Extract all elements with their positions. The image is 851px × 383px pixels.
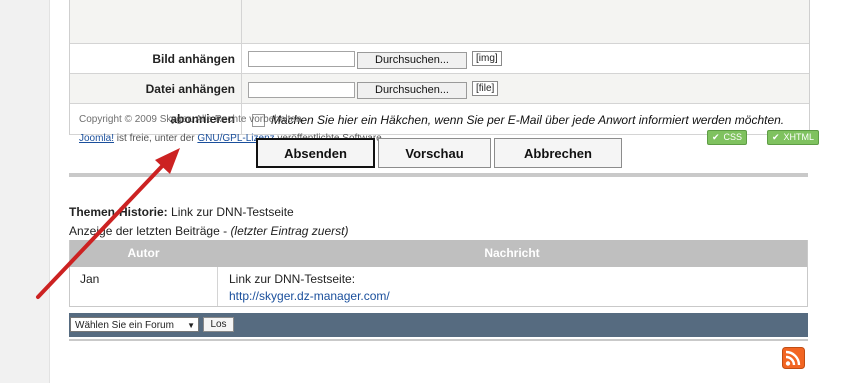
forum-select[interactable]: Wählen Sie ein Forum ▼	[70, 317, 199, 332]
history-subtitle: Anzeige der letzten Beiträge - (letzter …	[69, 224, 348, 238]
image-file-input[interactable]	[248, 51, 355, 67]
forum-go-button[interactable]: Los	[203, 317, 234, 332]
table-row: Jan Link zur DNN-Testseite: http://skyge…	[70, 267, 807, 306]
preview-button[interactable]: Vorschau	[378, 138, 491, 168]
file-attach-row: Datei anhängen Durchsuchen... [file]	[70, 74, 809, 104]
history-title: Themen-Historie: Link zur DNN-Testseite	[69, 205, 294, 219]
col-author: Autor	[127, 246, 160, 260]
form-bottom-rule	[69, 173, 808, 177]
xhtml-valid-badge[interactable]: ✔ XHTML	[767, 130, 820, 145]
subscribe-text: Machen Sie hier ein Häkchen, wenn Sie pe…	[271, 113, 785, 127]
message-area-row	[70, 0, 809, 44]
row-author: Jan	[80, 272, 100, 286]
message-area-label-cell	[70, 0, 242, 43]
css-badge-label: CSS	[723, 132, 743, 142]
footer-copyright: Copyright © 2009 Skyger. Alle Rechte vor…	[79, 114, 305, 125]
checkmark-icon: ✔	[712, 132, 720, 142]
css-valid-badge[interactable]: ✔ CSS	[707, 130, 748, 145]
bottom-rule	[69, 339, 808, 341]
forum-select-value: Wählen Sie ein Forum	[75, 320, 174, 331]
file-input[interactable]	[248, 82, 355, 98]
img-tag-button[interactable]: [img]	[472, 51, 502, 66]
col-message: Nachricht	[484, 246, 540, 260]
history-subtitle-text: Anzeige der letzten Beiträge -	[69, 224, 231, 238]
image-attach-label: Bild anhängen	[70, 44, 242, 73]
submit-button[interactable]: Absenden	[256, 138, 375, 168]
file-attach-label: Datei anhängen	[70, 74, 242, 103]
column-divider	[217, 267, 218, 306]
history-title-label: Themen-Historie:	[69, 205, 168, 219]
history-subtitle-note: (letzter Eintrag zuerst)	[230, 224, 349, 238]
row-message-link[interactable]: http://skyger.dz-manager.com/	[229, 289, 390, 303]
history-table-header: Autor Nachricht	[70, 240, 807, 267]
joomla-link[interactable]: Joomla!	[79, 133, 114, 144]
rss-icon[interactable]	[782, 347, 805, 369]
image-attach-row: Bild anhängen Durchsuchen... [img]	[70, 44, 809, 74]
chevron-down-icon: ▼	[187, 321, 195, 330]
left-gutter	[0, 0, 50, 383]
history-table: Autor Nachricht Jan Link zur DNN-Testsei…	[69, 240, 808, 307]
cancel-button[interactable]: Abbrechen	[494, 138, 622, 168]
license-text: ist freie, unter der	[114, 133, 198, 144]
xhtml-badge-label: XHTML	[783, 132, 815, 142]
history-topic: Link zur DNN-Testseite	[167, 205, 294, 219]
file-tag-button[interactable]: [file]	[472, 81, 499, 96]
checkmark-icon: ✔	[772, 132, 780, 142]
file-browse-button[interactable]: Durchsuchen...	[357, 82, 467, 99]
image-browse-button[interactable]: Durchsuchen...	[357, 52, 467, 69]
row-message-title: Link zur DNN-Testseite:	[229, 272, 356, 286]
